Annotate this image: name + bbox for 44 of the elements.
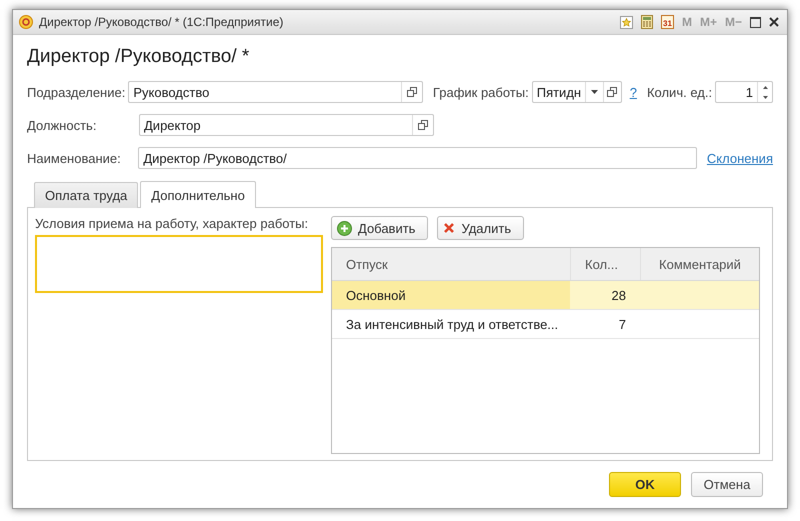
quantity-field[interactable]: 1	[715, 81, 773, 103]
field-label: График работы:	[432, 84, 529, 100]
field-label: Колич. ед.:	[646, 84, 712, 100]
column-header[interactable]: Отпуск	[332, 248, 570, 280]
open-icon	[406, 87, 417, 97]
table-cell-text: За интенсивный труд и ответстве...	[345, 316, 560, 334]
table-cell-text: 28	[610, 286, 627, 304]
column-header[interactable]: Кол...	[570, 248, 640, 280]
favorite-star-icon[interactable]	[620, 16, 633, 28]
spin-down-icon[interactable]	[762, 96, 768, 98]
cancel-button[interactable]: Отмена	[691, 472, 763, 497]
table-row[interactable]: За интенсивный труд и ответстве... 7	[332, 310, 759, 339]
field-label: Условия приема на работу, характер работы:	[35, 216, 310, 231]
open-icon	[418, 120, 428, 130]
form-heading: Директор /Руководство/ *	[27, 46, 250, 68]
maximize-icon[interactable]	[750, 16, 761, 28]
field-label: Должность:	[27, 118, 98, 132]
field-label: Наименование:	[27, 150, 122, 166]
calculator-icon[interactable]	[640, 15, 653, 29]
spin-up-icon[interactable]	[762, 86, 768, 88]
plus-icon	[337, 220, 352, 236]
column-header[interactable]: Комментарий	[640, 248, 759, 280]
delete-button[interactable]: Удалить	[437, 216, 524, 240]
table-cell-text: 7	[618, 316, 627, 334]
calendar-icon[interactable]: 31	[660, 15, 674, 29]
ok-button[interactable]: OK	[609, 472, 681, 497]
table-cell: Основной	[332, 281, 570, 309]
department-field[interactable]: Руководство	[128, 81, 423, 103]
help-link[interactable]: ?	[630, 84, 637, 100]
dropdown-caret-icon[interactable]	[591, 90, 598, 94]
declensions-link[interactable]: Склонения	[706, 150, 773, 166]
tab[interactable]: Дополнительно	[140, 181, 256, 208]
delete-x-icon	[443, 222, 456, 234]
close-icon[interactable]	[769, 17, 779, 27]
schedule-field[interactable]: Пятидн	[532, 81, 622, 103]
name-field[interactable]: Директор /Руководство/	[138, 147, 697, 169]
table-row[interactable]: Основной 28	[332, 281, 759, 310]
field-label: Подразделение:	[27, 84, 126, 100]
add-button[interactable]: Добавить	[331, 216, 428, 240]
open-icon	[607, 87, 618, 97]
app-logo-icon	[19, 15, 33, 29]
window-title: Директор /Руководство/ * (1С:Предприятие)	[39, 15, 284, 29]
position-field[interactable]: Директор	[139, 114, 434, 136]
tab[interactable]: Оплата труда	[34, 182, 138, 208]
